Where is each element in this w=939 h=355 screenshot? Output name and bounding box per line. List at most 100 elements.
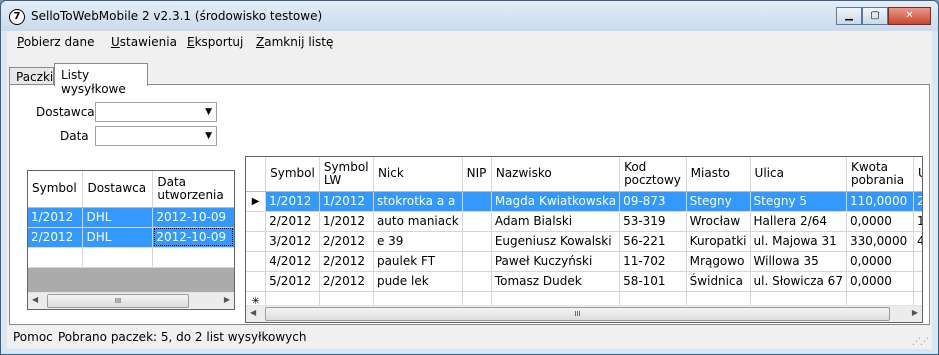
title-bar[interactable]: 7 SelloToWebMobile 2 v2.3.1 (środowisko …: [1, 1, 938, 31]
cell-ulica[interactable]: Willowa 35: [750, 251, 847, 272]
menu-pobierz-dane[interactable]: Pobierz dane: [17, 35, 95, 49]
cell-symbol[interactable]: 2/2012: [265, 211, 320, 232]
scroll-right-icon[interactable]: ▶: [912, 308, 918, 317]
scrollbar-thumb[interactable]: III: [47, 294, 189, 308]
cell-symbol[interactable]: 5/2012: [265, 271, 320, 292]
menu-zamknij-liste[interactable]: Zamknij listę: [256, 35, 333, 49]
cell-truncated[interactable]: 00: [234, 227, 235, 247]
cell-kwota-pobrania[interactable]: 0,0000: [846, 251, 915, 272]
menu-ustawienia[interactable]: Ustawienia: [111, 35, 177, 49]
cell-ubez[interactable]: 1120,: [913, 211, 922, 232]
cell-kod-pocztowy[interactable]: 53-319: [619, 211, 687, 232]
cell-symbol-lw[interactable]: 2/2012: [319, 251, 374, 272]
cell-nip[interactable]: [462, 251, 492, 272]
cell-miasto[interactable]: Kuropatki: [686, 231, 751, 252]
parcels-grid[interactable]: Symbol Symbol LW Nick NIP Nazwisko Kod p…: [245, 156, 923, 323]
column-header-symbol-lw[interactable]: Symbol LW: [319, 157, 374, 192]
table-row[interactable]: 1/2012 DHL 2012-10-09 00: [28, 207, 235, 228]
close-button[interactable]: ✕: [888, 7, 931, 25]
tab-listy-wysylkowe[interactable]: Listy wysyłkowe: [54, 63, 148, 96]
cell-nick[interactable]: stokrotka a a: [373, 191, 463, 212]
minimize-button[interactable]: ▁: [836, 7, 862, 25]
column-header-symbol[interactable]: Symbol: [28, 171, 84, 208]
row-header[interactable]: [246, 231, 267, 252]
cell-kod-pocztowy[interactable]: 56-221: [619, 231, 687, 252]
column-header-miasto[interactable]: Miasto: [686, 157, 751, 192]
cell-nip[interactable]: [462, 231, 492, 252]
cell-kod-pocztowy[interactable]: 58-101: [619, 271, 687, 292]
resize-grip-icon[interactable]: ⋰⋰: [912, 337, 929, 347]
table-row[interactable]: 5/2012 2/2012 pude lek Tomasz Dudek 58-1…: [246, 271, 922, 292]
cell-symbol-lw[interactable]: 2/2012: [319, 271, 374, 292]
cell-kod-pocztowy[interactable]: 11-702: [619, 251, 687, 272]
table-row-empty[interactable]: [28, 247, 234, 268]
table-row[interactable]: 2/2012 1/2012 auto maniack Adam Bialski …: [246, 211, 922, 232]
table-row[interactable]: 2/2012 DHL 2012-10-09 00: [28, 227, 235, 248]
column-header-data-utworzenia[interactable]: Data utworzenia: [152, 171, 234, 208]
cell-ulica[interactable]: Hallera 2/64: [750, 211, 847, 232]
scroll-left-icon[interactable]: ◀: [32, 295, 38, 304]
cell-nazwisko[interactable]: Magda Kwiatkowska: [491, 191, 621, 212]
shipping-lists-grid[interactable]: Symbol Dostawca Data utworzenia D w 1/20…: [27, 170, 235, 310]
column-header-kwota-pobrania[interactable]: Kwota pobrania: [846, 157, 915, 192]
column-header-kod-pocztowy[interactable]: Kod pocztowy: [619, 157, 687, 192]
cell-nick[interactable]: e 39: [373, 231, 463, 252]
cell-data[interactable]: 2012-10-09: [152, 207, 234, 228]
dostawca-combobox[interactable]: ▼: [95, 102, 217, 122]
scrollbar-thumb[interactable]: III: [265, 307, 890, 321]
data-combobox[interactable]: ▼: [95, 126, 217, 146]
cell-miasto[interactable]: Wrocław: [686, 211, 751, 232]
cell-ubez[interactable]: [913, 251, 922, 272]
column-header-symbol[interactable]: Symbol: [265, 157, 320, 192]
cell-miasto[interactable]: Stegny: [686, 191, 751, 212]
cell-symbol-lw[interactable]: 1/2012: [319, 191, 374, 212]
cell-ulica[interactable]: ul. Majowa 31: [750, 231, 847, 252]
cell-kwota-pobrania[interactable]: 0,0000: [846, 271, 915, 292]
cell-symbol-lw[interactable]: 2/2012: [319, 231, 374, 252]
horizontal-scrollbar[interactable]: ◀ III ▶: [28, 292, 234, 309]
cell-truncated[interactable]: 00: [234, 207, 235, 227]
cell-nip[interactable]: [462, 211, 492, 232]
row-header[interactable]: [246, 251, 267, 272]
cell-nazwisko[interactable]: Eugeniusz Kowalski: [491, 231, 621, 252]
cell-miasto[interactable]: Świdnica: [686, 271, 751, 292]
cell-nip[interactable]: [462, 191, 492, 212]
cell-symbol-lw[interactable]: 1/2012: [319, 211, 374, 232]
cell-miasto[interactable]: Mrągowo: [686, 251, 751, 272]
cell-nazwisko[interactable]: Adam Bialski: [491, 211, 621, 232]
column-header-nip[interactable]: NIP: [462, 157, 492, 192]
cell-nick[interactable]: auto maniack: [373, 211, 463, 232]
chevron-down-icon[interactable]: ▼: [205, 131, 212, 141]
cell-nazwisko[interactable]: Tomasz Dudek: [491, 271, 621, 292]
cell-ubez[interactable]: [913, 271, 922, 292]
cell-symbol[interactable]: 1/2012: [265, 191, 320, 212]
row-header[interactable]: [246, 271, 267, 292]
cell-dostawca[interactable]: DHL: [82, 227, 154, 248]
column-header-ubez[interactable]: Ubez: [913, 157, 922, 192]
current-row-icon[interactable]: ▶: [246, 191, 267, 212]
tab-paczki[interactable]: Paczki: [9, 67, 54, 85]
scroll-left-icon[interactable]: ◀: [250, 308, 256, 317]
table-row[interactable]: ▶ 1/2012 1/2012 stokrotka a a Magda Kwia…: [246, 191, 922, 212]
cell-kwota-pobrania[interactable]: 0,0000: [846, 211, 915, 232]
cell-kwota-pobrania[interactable]: 330,0000: [846, 231, 915, 252]
column-header-dostawca[interactable]: Dostawca: [82, 171, 154, 208]
cell-ulica[interactable]: ul. Słowicza 67: [750, 271, 847, 292]
table-row[interactable]: 3/2012 2/2012 e 39 Eugeniusz Kowalski 56…: [246, 231, 922, 252]
cell-symbol[interactable]: 2/2012: [28, 227, 84, 248]
cell-nick[interactable]: pude lek: [373, 271, 463, 292]
column-header-nick[interactable]: Nick: [373, 157, 463, 192]
column-header-ulica[interactable]: Ulica: [750, 157, 847, 192]
cell-nazwisko[interactable]: Paweł Kuczyński: [491, 251, 621, 272]
cell-nip[interactable]: [462, 271, 492, 292]
chevron-down-icon[interactable]: ▼: [205, 107, 212, 117]
cell-symbol[interactable]: 4/2012: [265, 251, 320, 272]
cell-ubez[interactable]: 220,0: [913, 191, 922, 212]
column-header-nazwisko[interactable]: Nazwisko: [491, 157, 621, 192]
scroll-right-icon[interactable]: ▶: [224, 295, 230, 304]
cell-ubez[interactable]: 4440,: [913, 231, 922, 252]
cell-kwota-pobrania[interactable]: 110,0000: [846, 191, 915, 212]
cell-dostawca[interactable]: DHL: [82, 207, 154, 228]
horizontal-scrollbar[interactable]: ◀ III ▶: [246, 305, 922, 322]
maximize-button[interactable]: ▢: [862, 7, 888, 25]
